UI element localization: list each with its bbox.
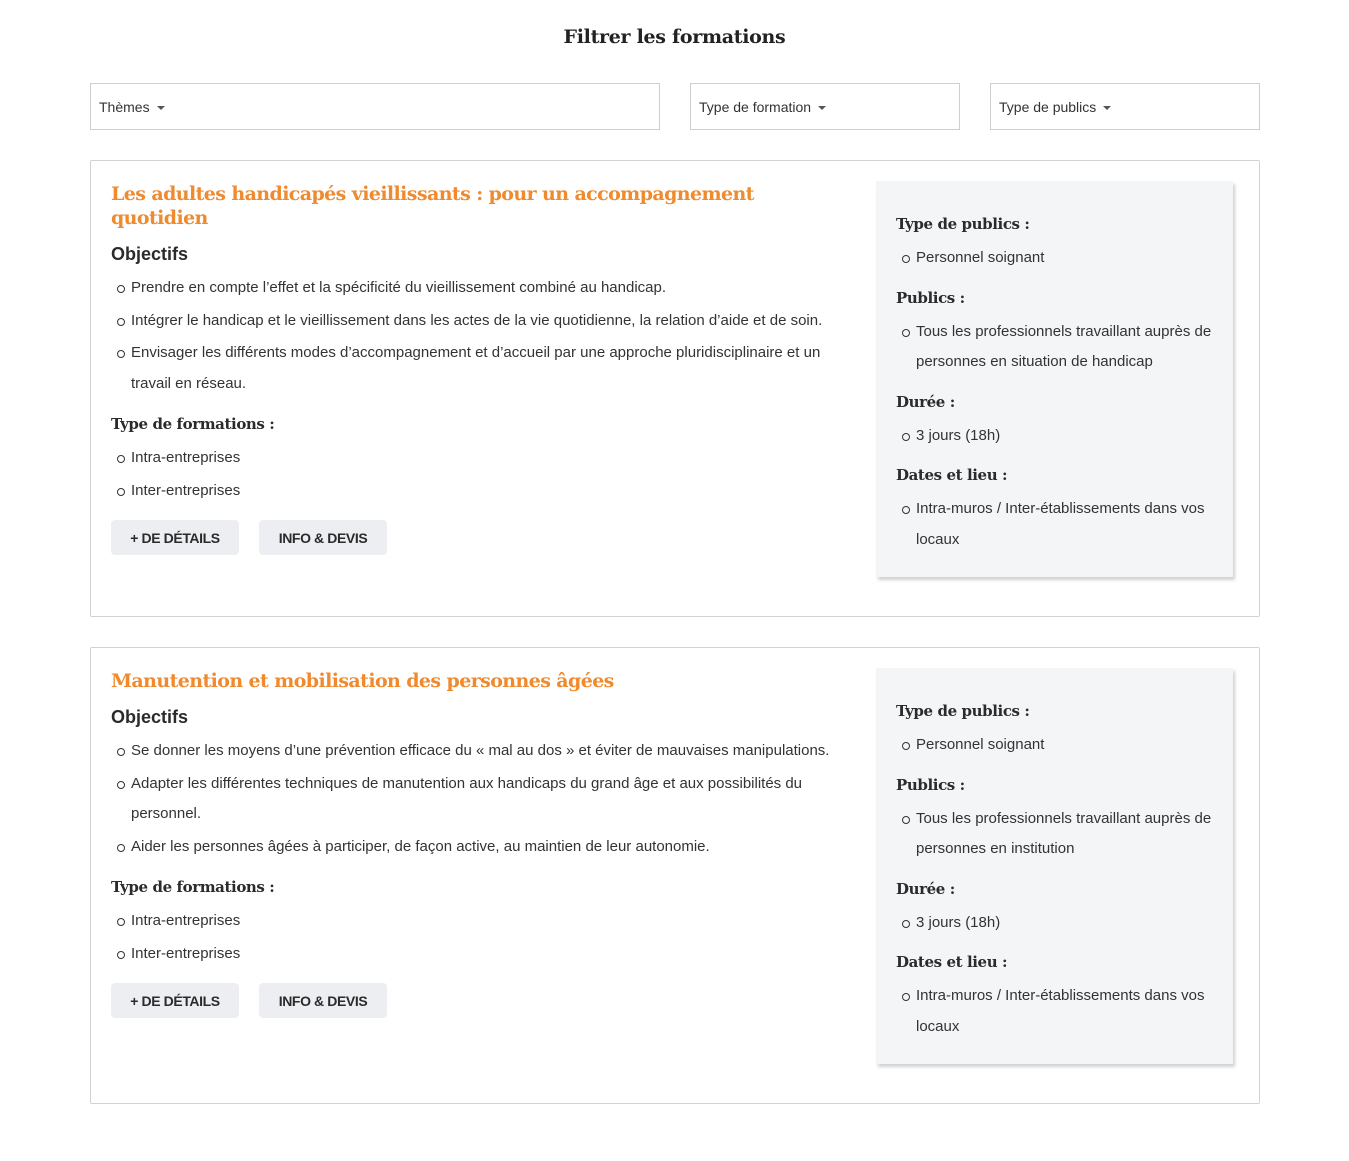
dates-lieu-heading: Dates et lieu : <box>896 466 1008 484</box>
caret-down-icon <box>156 106 165 110</box>
details-button[interactable]: + DE DÉTAILS <box>111 520 239 555</box>
formation-title[interactable]: Manutention et mobilisation des personne… <box>111 669 851 693</box>
list-item: Intra-muros / Inter-établissements dans … <box>896 981 1213 1042</box>
list-item: Aider les personnes âgées à participer, … <box>111 832 851 863</box>
publics-block: Publics : Tous les professionnels travai… <box>896 287 1213 378</box>
formation-info-panel: Type de publics : Personnel soignant Pub… <box>876 668 1233 1064</box>
formation-main: Les adultes handicapés vieillissants : p… <box>111 161 851 555</box>
duree-list: 3 jours (18h) <box>896 908 1213 939</box>
type-publics-dropdown-label: Type de publics <box>999 98 1097 115</box>
action-buttons: + DE DÉTAILS INFO & DEVIS <box>111 983 851 1018</box>
list-item: Tous les professionnels travaillant aupr… <box>896 804 1213 865</box>
formation-title[interactable]: Les adultes handicapés vieillissants : p… <box>111 182 851 230</box>
list-item: Tous les professionnels travaillant aupr… <box>896 317 1213 378</box>
list-item: Inter-entreprises <box>111 476 851 507</box>
list-item: Intra-entreprises <box>111 906 851 937</box>
filters-bar: Thèmes Type de formation Type de publics <box>90 83 1260 130</box>
type-publics-list: Personnel soignant <box>896 243 1213 274</box>
type-formation-dropdown-label: Type de formation <box>699 98 812 115</box>
duree-block: Durée : 3 jours (18h) <box>896 878 1213 939</box>
list-item: Intégrer le handicap et le vieillissemen… <box>111 306 851 337</box>
caret-down-icon <box>1103 106 1112 110</box>
publics-heading: Publics : <box>896 775 965 794</box>
type-publics-heading: Type de publics : <box>896 702 1030 720</box>
list-item: Inter-entreprises <box>111 939 851 970</box>
list-item: Intra-entreprises <box>111 443 851 474</box>
dates-lieu-heading: Dates et lieu : <box>896 953 1008 971</box>
list-item: Personnel soignant <box>896 243 1213 274</box>
objectifs-list: Se donner les moyens d’une prévention ef… <box>111 736 851 862</box>
themes-dropdown-label: Thèmes <box>99 98 150 115</box>
duree-list: 3 jours (18h) <box>896 421 1213 452</box>
type-formations-list: Intra-entreprises Inter-entreprises <box>111 906 851 969</box>
list-item: Personnel soignant <box>896 730 1213 761</box>
dates-lieu-block: Dates et lieu : Intra-muros / Inter-étab… <box>896 951 1213 1042</box>
publics-list: Tous les professionnels travaillant aupr… <box>896 804 1213 865</box>
info-devis-button[interactable]: INFO & DEVIS <box>259 983 387 1018</box>
list-item: Envisager les différents modes d’accompa… <box>111 338 851 399</box>
objectifs-list: Prendre en compte l’effet et la spécific… <box>111 273 851 399</box>
action-buttons: + DE DÉTAILS INFO & DEVIS <box>111 520 851 555</box>
list-item: Intra-muros / Inter-établissements dans … <box>896 494 1213 555</box>
duree-block: Durée : 3 jours (18h) <box>896 391 1213 452</box>
type-publics-list: Personnel soignant <box>896 730 1213 761</box>
page-title: Filtrer les formations <box>563 26 786 48</box>
type-formations-heading: Type de formations : <box>111 878 275 896</box>
type-formation-dropdown[interactable]: Type de formation <box>690 83 960 130</box>
dates-lieu-block: Dates et lieu : Intra-muros / Inter-étab… <box>896 464 1213 555</box>
type-formations-heading: Type de formations : <box>111 415 275 433</box>
dates-lieu-list: Intra-muros / Inter-établissements dans … <box>896 981 1213 1042</box>
dates-lieu-list: Intra-muros / Inter-établissements dans … <box>896 494 1213 555</box>
type-publics-dropdown[interactable]: Type de publics <box>990 83 1260 130</box>
formation-card: Les adultes handicapés vieillissants : p… <box>90 160 1260 617</box>
themes-dropdown[interactable]: Thèmes <box>90 83 660 130</box>
duree-heading: Durée : <box>896 879 955 898</box>
list-item: 3 jours (18h) <box>896 421 1213 452</box>
list-item: Se donner les moyens d’une prévention ef… <box>111 736 851 767</box>
publics-list: Tous les professionnels travaillant aupr… <box>896 317 1213 378</box>
objectifs-heading: Objectifs <box>111 707 189 727</box>
type-publics-block: Type de publics : Personnel soignant <box>896 213 1213 274</box>
caret-down-icon <box>818 106 827 110</box>
publics-heading: Publics : <box>896 288 965 307</box>
duree-heading: Durée : <box>896 392 955 411</box>
formation-main: Manutention et mobilisation des personne… <box>111 648 851 1018</box>
formation-card: Manutention et mobilisation des personne… <box>90 647 1260 1104</box>
list-item: 3 jours (18h) <box>896 908 1213 939</box>
formation-info-panel: Type de publics : Personnel soignant Pub… <box>876 181 1233 577</box>
type-publics-block: Type de publics : Personnel soignant <box>896 700 1213 761</box>
type-formations-section: Type de formations : Intra-entreprises I… <box>111 876 851 969</box>
list-item: Prendre en compte l’effet et la spécific… <box>111 273 851 304</box>
details-button[interactable]: + DE DÉTAILS <box>111 983 239 1018</box>
type-publics-heading: Type de publics : <box>896 215 1030 233</box>
type-formations-section: Type de formations : Intra-entreprises I… <box>111 413 851 506</box>
publics-block: Publics : Tous les professionnels travai… <box>896 774 1213 865</box>
objectifs-heading: Objectifs <box>111 244 189 264</box>
type-formations-list: Intra-entreprises Inter-entreprises <box>111 443 851 506</box>
list-item: Adapter les différentes techniques de ma… <box>111 769 851 830</box>
info-devis-button[interactable]: INFO & DEVIS <box>259 520 387 555</box>
